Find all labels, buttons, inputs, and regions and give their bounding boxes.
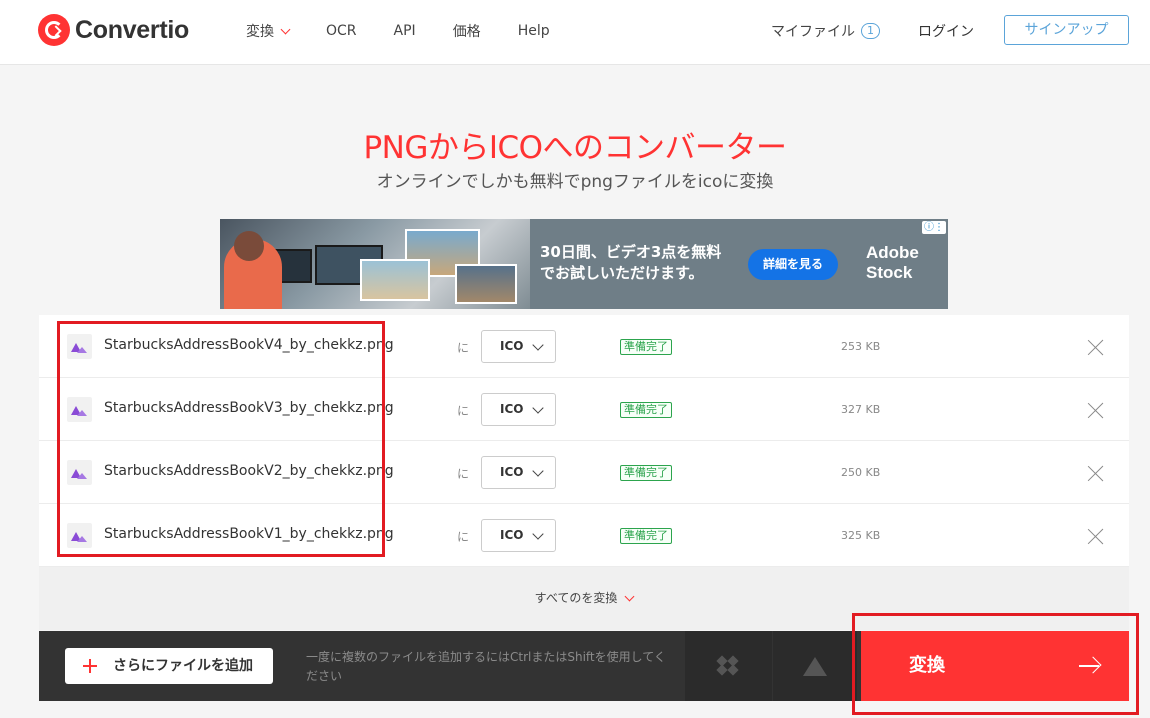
action-bar: さらにファイルを追加 一度に複数のファイルを追加するにはCtrlまたはShift… xyxy=(39,631,1129,701)
nav-ocr[interactable]: OCR xyxy=(326,21,357,41)
google-drive-button[interactable] xyxy=(773,631,857,701)
ad-brand-logo: Adobe Stock xyxy=(866,243,919,282)
file-size: 325 KB xyxy=(841,529,881,542)
file-size: 327 KB xyxy=(841,403,881,416)
status-badge: 準備完了 xyxy=(620,528,672,544)
ad-banner[interactable]: 30日間、ビデオ3点を無料 でお試しいただけます。 詳細を見る Adobe St… xyxy=(220,219,948,309)
dropbox-button[interactable] xyxy=(685,631,772,701)
info-icon[interactable]: ⓘ⋮ xyxy=(922,221,946,234)
format-select[interactable]: ICO xyxy=(481,456,556,489)
file-name: StarbucksAddressBookV2_by_chekkz.png xyxy=(104,463,394,479)
plus-icon xyxy=(83,659,97,673)
multi-select-hint: 一度に複数のファイルを追加するにはCtrlまたはShiftを使用してください xyxy=(306,650,666,683)
ad-person-head xyxy=(234,231,264,261)
arrow-right-icon xyxy=(1079,657,1101,675)
ad-photo xyxy=(455,264,517,304)
dropbox-icon xyxy=(716,655,739,676)
ad-photo xyxy=(360,259,430,301)
my-files-link[interactable]: マイファイル 1 xyxy=(771,21,880,41)
page-title: PNGからICOへのコンバーター xyxy=(363,130,787,166)
main-nav: 変換 OCR API 価格 Help xyxy=(246,21,587,41)
convert-all-dropdown[interactable]: すべてのを変換 xyxy=(39,567,1129,630)
status-badge: 準備完了 xyxy=(620,339,672,355)
file-size: 250 KB xyxy=(841,466,881,479)
logo[interactable]: Convertio xyxy=(38,14,189,46)
to-label: に xyxy=(457,467,470,481)
convert-all-label: すべてのを変換 xyxy=(534,591,618,605)
my-files-count-badge: 1 xyxy=(861,23,880,39)
top-header: Convertio 変換 OCR API 価格 Help マイファイル 1 ログ… xyxy=(0,0,1150,65)
to-label: に xyxy=(457,404,470,418)
ad-headline: 30日間、ビデオ3点を無料 でお試しいただけます。 xyxy=(540,243,722,282)
close-icon[interactable] xyxy=(1087,402,1105,420)
convertio-logo-icon xyxy=(38,14,70,46)
status-badge: 準備完了 xyxy=(620,402,672,418)
format-select[interactable]: ICO xyxy=(481,519,556,552)
ad-image xyxy=(220,219,530,309)
login-link[interactable]: ログイン xyxy=(918,21,974,41)
image-file-icon xyxy=(67,523,92,548)
signup-button[interactable]: サインアップ xyxy=(1004,15,1129,45)
ad-cta-button[interactable]: 詳細を見る xyxy=(748,249,838,280)
nav-convert[interactable]: 変換 xyxy=(246,21,291,41)
nav-help[interactable]: Help xyxy=(518,21,550,41)
file-row: StarbucksAddressBookV4_by_chekkz.png に I… xyxy=(39,315,1129,378)
file-row: StarbucksAddressBookV1_by_chekkz.png に I… xyxy=(39,504,1129,567)
add-more-files-button[interactable]: さらにファイルを追加 xyxy=(65,648,273,684)
convert-button[interactable]: 変換 xyxy=(861,631,1129,701)
format-select[interactable]: ICO xyxy=(481,393,556,426)
image-file-icon xyxy=(67,460,92,485)
close-icon[interactable] xyxy=(1087,528,1105,546)
logo-text: Convertio xyxy=(75,15,189,44)
chevron-down-icon xyxy=(624,591,635,602)
to-label: に xyxy=(457,341,470,355)
image-file-icon xyxy=(67,334,92,359)
image-file-icon xyxy=(67,397,92,422)
nav-api[interactable]: API xyxy=(394,21,416,41)
file-name: StarbucksAddressBookV1_by_chekkz.png xyxy=(104,526,394,542)
file-list: StarbucksAddressBookV4_by_chekkz.png に I… xyxy=(39,315,1129,567)
file-row: StarbucksAddressBookV2_by_chekkz.png に I… xyxy=(39,441,1129,504)
file-name: StarbucksAddressBookV4_by_chekkz.png xyxy=(104,337,394,353)
status-badge: 準備完了 xyxy=(620,465,672,481)
page-subtitle: オンラインでしかも無料でpngファイルをicoに変換 xyxy=(376,172,774,192)
close-icon[interactable] xyxy=(1087,339,1105,357)
chevron-down-icon xyxy=(280,24,291,34)
file-size: 253 KB xyxy=(841,340,881,353)
file-name: StarbucksAddressBookV3_by_chekkz.png xyxy=(104,400,394,416)
nav-pricing[interactable]: 価格 xyxy=(453,21,481,41)
google-drive-icon xyxy=(803,657,827,676)
close-icon[interactable] xyxy=(1087,465,1105,483)
format-select[interactable]: ICO xyxy=(481,330,556,363)
file-row: StarbucksAddressBookV3_by_chekkz.png に I… xyxy=(39,378,1129,441)
to-label: に xyxy=(457,530,470,544)
